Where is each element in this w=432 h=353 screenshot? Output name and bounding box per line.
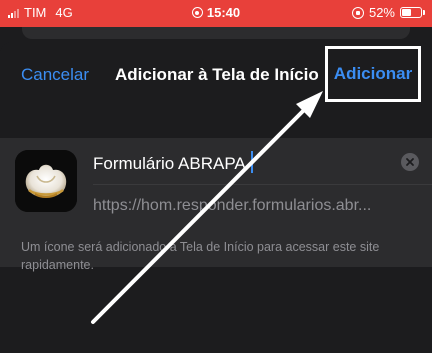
url-text: https://hom.responder.formularios.abr... xyxy=(93,197,372,214)
page-title: Adicionar à Tela de Início xyxy=(115,65,319,84)
battery-icon xyxy=(400,7,425,18)
footer-note: Um ícone será adicionado à Tela de Iníci… xyxy=(21,240,380,272)
sheet: Cancelar Adicionar à Tela de Início Adic… xyxy=(0,42,432,353)
battery-percent: 52% xyxy=(368,5,395,20)
divider xyxy=(93,184,432,185)
nav-bar: Cancelar Adicionar à Tela de Início Adic… xyxy=(0,42,432,104)
alarm-icon xyxy=(191,7,203,18)
add-to-home-screen: TIM 4G 15:40 52% Cancelar Adicionar à Te… xyxy=(0,0,432,353)
app-icon xyxy=(15,150,77,212)
add-button[interactable]: Adicionar xyxy=(325,46,421,102)
cancel-button[interactable]: Cancelar xyxy=(21,65,89,85)
status-right: 52% xyxy=(351,5,425,20)
background-sheet xyxy=(22,27,410,39)
status-bar: TIM 4G 15:40 52% xyxy=(0,0,432,27)
status-time: 15:40 xyxy=(206,5,241,20)
orientation-lock-icon xyxy=(351,6,364,19)
name-input[interactable] xyxy=(93,152,393,176)
clear-icon[interactable] xyxy=(401,153,419,171)
text-caret xyxy=(251,151,253,173)
